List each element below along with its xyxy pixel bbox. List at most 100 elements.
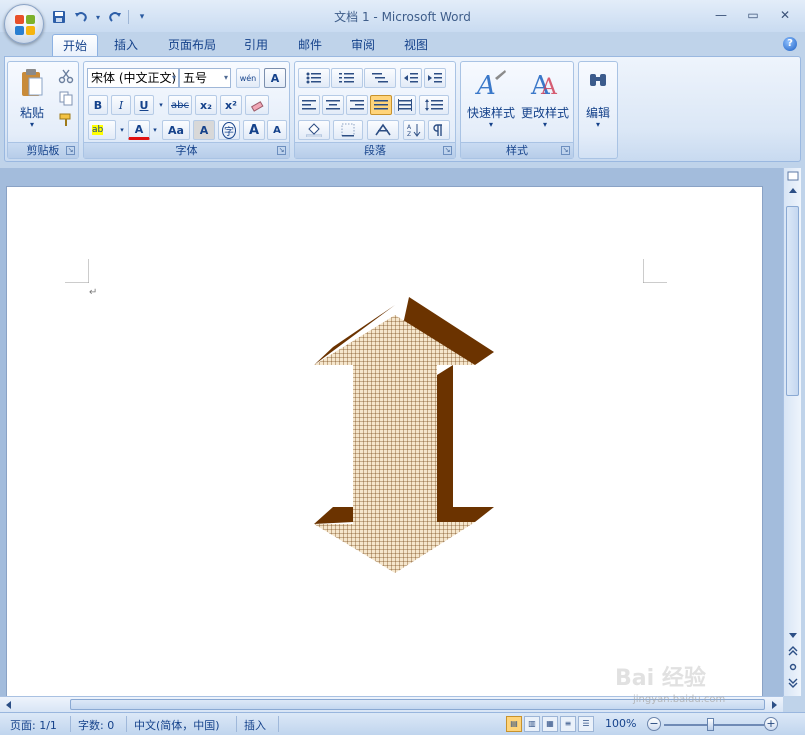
zoom-slider-track[interactable] (664, 724, 764, 726)
editing-dropdown-icon: ▾ (595, 120, 600, 129)
draft-view-icon[interactable]: ☰ (578, 716, 594, 732)
char-shading-button[interactable]: A (193, 120, 215, 140)
help-icon[interactable]: ? (783, 37, 797, 51)
underline-dropdown-icon[interactable]: ▾ (157, 95, 165, 115)
zoom-slider-knob[interactable] (707, 718, 714, 731)
document-page[interactable]: ↵ (6, 186, 763, 706)
status-language[interactable]: 中文(简体，中国) (134, 717, 220, 733)
font-color-button[interactable]: A (128, 120, 150, 140)
font-name-combo[interactable]: 宋体 (中文正文) ▾ (87, 68, 179, 88)
change-styles-button[interactable]: A A 更改样式 ▾ (517, 64, 573, 138)
phonetic-guide-button[interactable]: wén (236, 68, 260, 88)
zoom-out-button[interactable]: − (647, 717, 661, 731)
tab-references[interactable]: 引用 (234, 34, 278, 56)
print-layout-view-icon[interactable]: ▤ (506, 716, 522, 732)
align-left-icon (302, 100, 316, 110)
multilevel-list-icon (372, 73, 388, 83)
vertical-scroll-thumb[interactable] (786, 206, 799, 396)
increase-indent-icon (428, 73, 442, 83)
quick-styles-button[interactable]: A 快速样式 ▾ (463, 64, 519, 138)
font-size-combo[interactable]: 五号 ▾ (179, 68, 231, 88)
change-case-button[interactable]: Aa (162, 120, 190, 140)
editing-button[interactable]: 编辑 ▾ (581, 64, 615, 138)
web-layout-view-icon[interactable]: ▦ (542, 716, 558, 732)
highlight-dropdown-icon[interactable]: ▾ (118, 120, 126, 140)
justify-button[interactable] (370, 95, 392, 115)
font-color-dropdown-icon[interactable]: ▾ (151, 120, 159, 140)
line-spacing-icon (425, 99, 443, 111)
styles-launcher-icon[interactable]: ↘ (561, 146, 570, 155)
status-insert-mode[interactable]: 插入 (244, 717, 266, 733)
scroll-up-icon[interactable] (786, 186, 799, 200)
chinese-layout-button[interactable] (367, 120, 399, 140)
scroll-left-icon[interactable] (4, 700, 14, 710)
format-painter-icon[interactable] (58, 112, 74, 128)
full-screen-reading-view-icon[interactable]: ▥ (524, 716, 540, 732)
strikethrough-button[interactable]: abc (168, 95, 192, 115)
tab-view[interactable]: 视图 (394, 34, 438, 56)
previous-page-icon[interactable] (786, 646, 799, 660)
clear-formatting-button[interactable] (245, 95, 269, 115)
status-word-count[interactable]: 字数: 0 (78, 717, 114, 733)
quick-styles-dropdown-icon: ▾ (488, 120, 493, 129)
enclose-char-button[interactable]: 字 (218, 120, 240, 140)
office-button[interactable] (4, 4, 44, 44)
multilevel-list-button[interactable] (364, 68, 396, 88)
paint-bucket-icon (306, 123, 322, 137)
maximize-button[interactable]: ▭ (737, 4, 769, 26)
shrink-font-button[interactable]: A (267, 120, 287, 140)
increase-indent-button[interactable] (424, 68, 446, 88)
font-launcher-icon[interactable]: ↘ (277, 146, 286, 155)
paste-dropdown-icon: ▾ (29, 120, 34, 129)
status-page[interactable]: 页面: 1/1 (10, 717, 57, 733)
cut-icon[interactable] (58, 68, 74, 84)
align-center-button[interactable] (322, 95, 344, 115)
paragraph-launcher-icon[interactable]: ↘ (443, 146, 452, 155)
crop-mark-top-left (65, 259, 89, 283)
tab-insert[interactable]: 插入 (104, 34, 148, 56)
zoom-in-button[interactable]: + (764, 717, 778, 731)
next-page-icon[interactable] (786, 678, 799, 692)
bold-button[interactable]: B (88, 95, 108, 115)
show-hide-marks-button[interactable] (428, 120, 450, 140)
minimize-button[interactable]: — (705, 4, 737, 26)
status-bar: 页面: 1/1 字数: 0 中文(简体，中国) 插入 ▤ ▥ ▦ ≡ ☰ 100… (0, 712, 805, 735)
align-left-button[interactable] (298, 95, 320, 115)
status-separator (126, 716, 127, 732)
grow-font-button[interactable]: A (243, 120, 265, 140)
align-right-button[interactable] (346, 95, 368, 115)
superscript-button[interactable]: x² (220, 95, 242, 115)
sort-button[interactable]: AZ (403, 120, 425, 140)
bullets-button[interactable] (298, 68, 330, 88)
italic-button[interactable]: I (111, 95, 131, 115)
vertical-scrollbar[interactable] (783, 168, 801, 696)
paragraph-mark: ↵ (89, 287, 98, 298)
clipboard-launcher-icon[interactable]: ↘ (66, 146, 75, 155)
shading-button[interactable] (298, 120, 330, 140)
copy-icon[interactable] (58, 90, 74, 106)
tab-page-layout[interactable]: 页面布局 (158, 34, 226, 56)
line-spacing-button[interactable] (419, 95, 449, 115)
numbering-button[interactable] (331, 68, 363, 88)
paste-button[interactable]: 粘贴 ▾ (12, 64, 52, 138)
up-down-arrow-shape[interactable] (307, 297, 497, 577)
highlight-button[interactable]: ab (88, 120, 116, 140)
underline-button[interactable]: U (134, 95, 154, 115)
scroll-right-icon[interactable] (769, 700, 779, 710)
tab-home[interactable]: 开始 (52, 34, 99, 56)
quick-styles-icon: A (475, 70, 506, 100)
borders-button[interactable] (333, 120, 363, 140)
subscript-button[interactable]: x₂ (195, 95, 217, 115)
distributed-button[interactable] (394, 95, 416, 115)
ruler-toggle-icon[interactable] (786, 170, 799, 184)
scroll-down-icon[interactable] (786, 630, 799, 644)
decrease-indent-button[interactable] (400, 68, 422, 88)
tab-mailings[interactable]: 邮件 (288, 34, 332, 56)
zoom-level[interactable]: 100% (605, 717, 636, 730)
select-browse-object-icon[interactable] (786, 662, 799, 676)
tab-review[interactable]: 审阅 (341, 34, 385, 56)
outline-view-icon[interactable]: ≡ (560, 716, 576, 732)
font-size-dropdown-icon: ▾ (223, 73, 228, 82)
char-border-button[interactable]: A (264, 68, 286, 88)
close-button[interactable]: ✕ (769, 4, 801, 26)
